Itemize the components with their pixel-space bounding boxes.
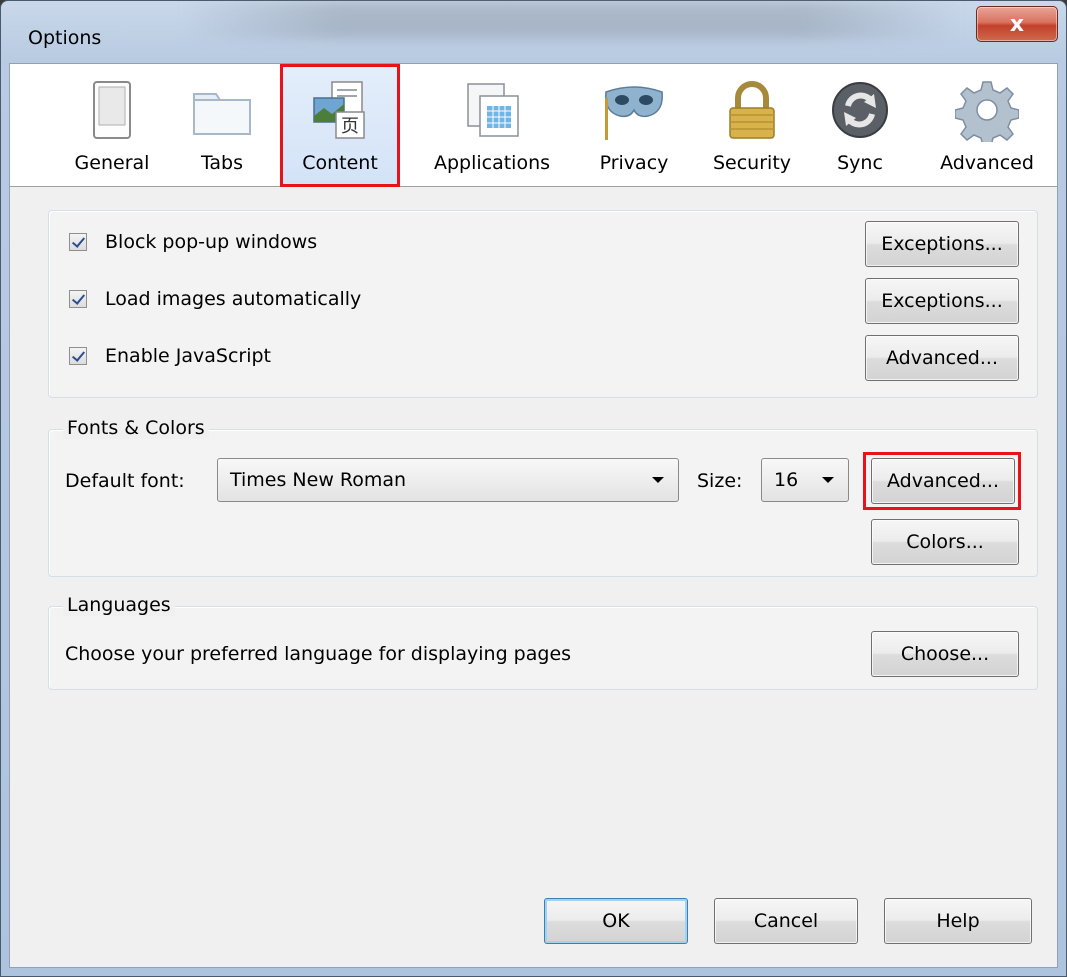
help-button[interactable]: Help (884, 898, 1032, 944)
tab-sync[interactable]: Sync (820, 64, 900, 187)
fonts-colors-title: Fonts & Colors (63, 417, 209, 439)
block-popups-row[interactable]: Block pop-up windows (69, 231, 317, 253)
ok-button[interactable]: OK (544, 898, 688, 944)
titlebar-backdrop (181, 1, 961, 39)
tab-tabs-label: Tabs (200, 152, 244, 174)
enable-javascript-row[interactable]: Enable JavaScript (69, 345, 271, 367)
default-font-label: Default font: (65, 470, 185, 492)
tab-sync-label: Sync (837, 152, 883, 174)
default-font-value: Times New Roman (230, 469, 407, 491)
javascript-advanced-button[interactable]: Advanced... (865, 335, 1019, 381)
options-window: Options x General Tabs 页 Content Applica… (0, 0, 1067, 977)
popup-exceptions-button[interactable]: Exceptions... (865, 221, 1019, 267)
fonts-colors-group: Fonts & Colors Default font: Times New R… (48, 417, 1038, 577)
tab-content-label: Content (302, 152, 378, 174)
tab-tabs[interactable]: Tabs (182, 64, 262, 187)
tab-applications-label: Applications (433, 152, 551, 174)
tab-security[interactable]: Security (700, 64, 804, 187)
tab-advanced[interactable]: Advanced (928, 64, 1046, 187)
languages-group: Languages Choose your preferred language… (48, 594, 1038, 690)
padlock-icon (729, 81, 775, 139)
tab-privacy-label: Privacy (599, 152, 669, 174)
languages-description: Choose your preferred language for displ… (65, 643, 572, 665)
content-icon: 页 (313, 81, 365, 139)
colors-button[interactable]: Colors... (871, 519, 1019, 565)
enable-javascript-label: Enable JavaScript (105, 345, 271, 367)
tab-applications[interactable]: Applications (418, 64, 566, 187)
general-icon (93, 81, 131, 139)
applications-icon (467, 83, 519, 137)
cancel-button[interactable]: Cancel (714, 898, 858, 944)
chevron-down-icon (652, 477, 664, 483)
privacy-mask-icon (605, 86, 663, 140)
load-images-row[interactable]: Load images automatically (69, 288, 361, 310)
close-button[interactable]: x (976, 6, 1058, 42)
languages-title: Languages (63, 594, 175, 616)
block-popups-label: Block pop-up windows (105, 231, 318, 253)
options-toolbar: General Tabs 页 Content Applications Priv… (10, 64, 1057, 187)
window-title: Options (28, 27, 102, 49)
choose-language-button[interactable]: Choose... (871, 631, 1019, 677)
content-options-group: Block pop-up windows Exceptions... Load … (48, 210, 1038, 398)
tab-security-label: Security (712, 152, 792, 174)
tab-advanced-label: Advanced (940, 152, 1034, 174)
chevron-down-icon (822, 477, 834, 483)
fonts-advanced-button[interactable]: Advanced... (871, 458, 1015, 504)
tab-privacy[interactable]: Privacy (584, 64, 684, 187)
enable-javascript-checkbox[interactable] (69, 347, 87, 365)
sync-icon (832, 82, 888, 138)
images-exceptions-button[interactable]: Exceptions... (865, 278, 1019, 324)
svg-text:页: 页 (341, 116, 359, 137)
load-images-label: Load images automatically (105, 288, 362, 310)
close-icon: x (1009, 11, 1025, 37)
gear-icon (955, 81, 1019, 142)
tab-general-label: General (74, 152, 150, 174)
default-font-select[interactable]: Times New Roman (217, 458, 679, 502)
block-popups-checkbox[interactable] (69, 233, 87, 251)
font-size-label: Size: (697, 470, 743, 492)
tabs-icon (193, 93, 251, 135)
font-size-select[interactable]: 16 (761, 458, 849, 502)
tab-general[interactable]: General (62, 64, 162, 187)
dialog-client-area: General Tabs 页 Content Applications Priv… (9, 63, 1058, 968)
font-size-value: 16 (774, 469, 799, 491)
load-images-checkbox[interactable] (69, 290, 87, 308)
tab-content[interactable]: 页 Content (280, 64, 400, 187)
